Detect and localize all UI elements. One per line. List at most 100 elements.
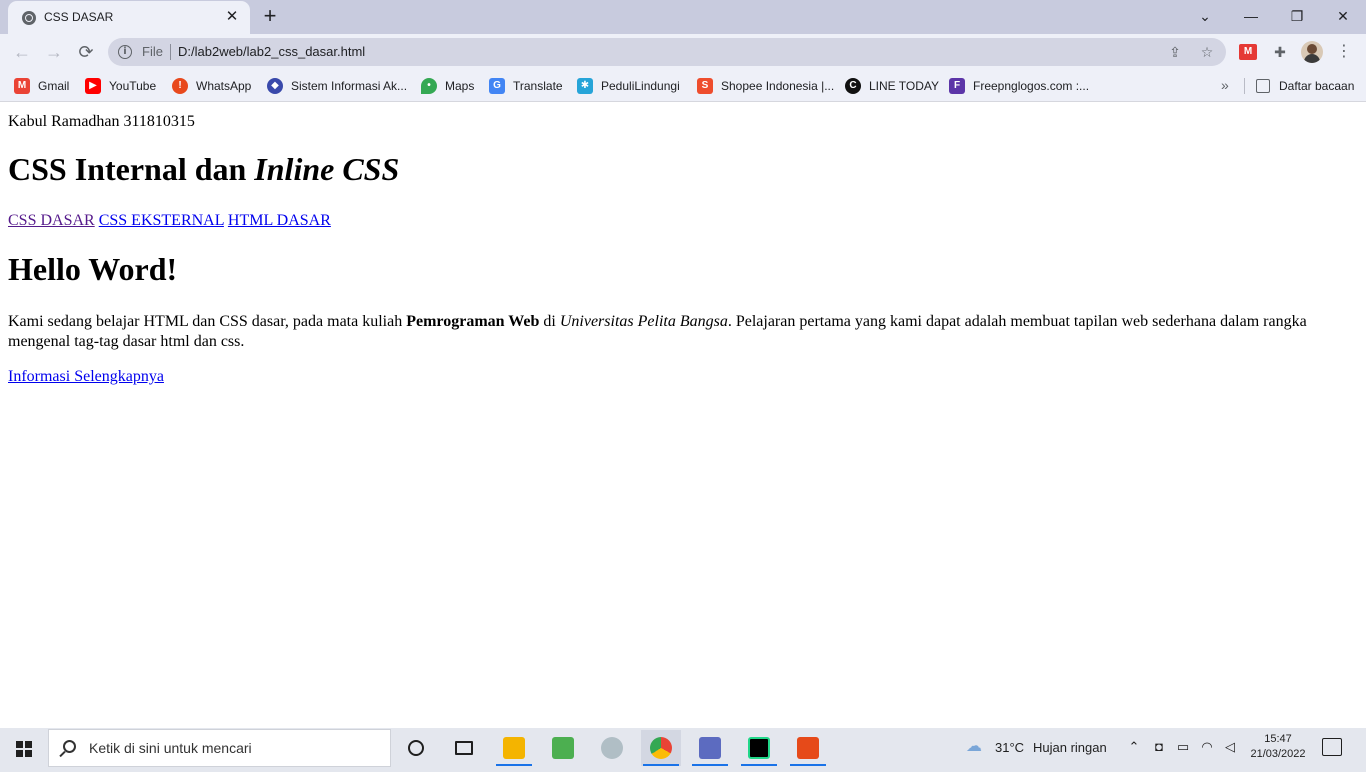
minimize-button[interactable]: — <box>1231 4 1271 28</box>
sublime-text-icon <box>552 737 574 759</box>
wifi-icon[interactable]: ◠ <box>1199 739 1215 755</box>
more-info-link[interactable]: Informasi Selengkapnya <box>8 368 164 386</box>
cortana-button[interactable] <box>396 730 436 766</box>
taskbar-clock[interactable]: 15:47 21/03/2022 <box>1248 732 1308 762</box>
back-button[interactable]: ← <box>9 39 35 65</box>
running-indicator <box>790 764 826 766</box>
bookmark-label: YouTube <box>109 79 157 93</box>
taskbar-search-box[interactable]: Ketik di sini untuk mencari <box>48 729 391 767</box>
new-tab-button[interactable]: + <box>258 4 282 28</box>
bookmark-label: Freepnglogos.com :... <box>973 79 1090 93</box>
taskbar-paint[interactable] <box>592 730 632 766</box>
forward-button[interactable]: → <box>41 39 67 65</box>
notification-icon[interactable] <box>1322 738 1342 756</box>
bookmark-label: Maps <box>445 79 475 93</box>
taskbar-sublime[interactable] <box>543 730 583 766</box>
freepnglogos-icon: F <box>949 78 965 94</box>
windows-logo-icon <box>16 741 32 757</box>
pycharm-icon <box>748 737 770 759</box>
start-button[interactable] <box>0 728 48 768</box>
url-text[interactable]: D:/lab2web/lab2_css_dasar.html <box>178 44 365 59</box>
tab-search-button[interactable]: ⌄ <box>1185 4 1225 28</box>
bookmark-gmail[interactable]: M Gmail <box>14 76 69 96</box>
page-viewport: Kabul Ramadhan 311810315 CSS Internal da… <box>0 103 1366 728</box>
bookmark-star-icon[interactable]: ☆ <box>1198 43 1216 61</box>
taskbar-pdf-reader[interactable] <box>788 730 828 766</box>
youtube-icon: ▶ <box>85 78 101 94</box>
reading-list-icon <box>1256 79 1270 93</box>
profile-avatar[interactable] <box>1301 41 1323 63</box>
bookmark-shopee[interactable]: S Shopee Indonesia |... <box>697 76 834 96</box>
paragraph-text-2: di <box>539 313 560 330</box>
close-window-button[interactable]: ✕ <box>1323 4 1363 28</box>
author-text: Kabul Ramadhan 311810315 <box>8 113 195 130</box>
volume-icon[interactable]: ◁ <box>1222 739 1238 755</box>
windows-taskbar: Ketik di sini untuk mencari ☁ 31°C Hujan… <box>0 728 1366 772</box>
omnibox-divider <box>170 44 171 60</box>
paragraph-bold-course: Pemrograman Web <box>406 313 540 330</box>
translate-icon: G <box>489 78 505 94</box>
weather-cloud-icon[interactable]: ☁ <box>966 739 982 755</box>
paragraph-italic-university: Universitas Pelita Bangsa <box>559 313 728 330</box>
bookmark-sistem-informasi[interactable]: ◆ Sistem Informasi Ak... <box>267 76 407 96</box>
nav-link-css-eksternal[interactable]: CSS EKSTERNAL <box>99 212 224 229</box>
weather-desc[interactable]: Hujan ringan <box>1033 740 1107 755</box>
address-bar[interactable]: i File D:/lab2web/lab2_css_dasar.html ⇪ … <box>108 38 1226 66</box>
restore-button[interactable]: ❐ <box>1277 4 1317 28</box>
paint-icon <box>601 737 623 759</box>
bookmark-label: Gmail <box>38 79 70 93</box>
tab-title: CSS DASAR <box>44 10 114 24</box>
paragraph-text-1: Kami sedang belajar HTML dan CSS dasar, … <box>8 313 407 330</box>
taskbar-chrome[interactable] <box>641 730 681 766</box>
running-indicator <box>643 764 679 766</box>
extension-red-icon[interactable]: M <box>1239 44 1257 60</box>
shopee-icon: S <box>697 78 713 94</box>
file-explorer-icon <box>503 737 525 759</box>
pedulilindungi-icon: ✱ <box>577 78 593 94</box>
globe-icon <box>22 11 36 25</box>
battery-icon[interactable]: ▭ <box>1175 739 1191 755</box>
bookmark-translate[interactable]: G Translate <box>489 76 563 96</box>
more-bookmarks-chevron-icon[interactable]: » <box>1221 77 1229 93</box>
taskbar-file-explorer[interactable] <box>494 730 534 766</box>
heading-normal-text: CSS Internal dan <box>8 151 255 187</box>
reload-button[interactable]: ⟳ <box>73 39 99 65</box>
bookmark-label: Translate <box>513 79 563 93</box>
nav-link-css-dasar[interactable]: CSS DASAR <box>8 212 95 229</box>
reading-list-button[interactable]: Daftar bacaan <box>1256 76 1354 96</box>
search-icon <box>63 740 76 753</box>
menu-kebab-icon[interactable]: ⋮ <box>1334 42 1354 62</box>
extensions-puzzle-icon[interactable]: ✚ <box>1270 42 1290 62</box>
tab-close-button[interactable]: ✕ <box>222 7 242 27</box>
search-placeholder: Ketik di sini untuk mencari <box>89 740 252 756</box>
taskbar-app-window[interactable] <box>690 730 730 766</box>
bookmark-maps[interactable]: • Maps <box>421 76 474 96</box>
task-view-icon <box>455 741 473 755</box>
tab-css-dasar[interactable]: CSS DASAR ✕ <box>8 1 250 34</box>
campus-icon: ◆ <box>267 78 283 94</box>
chevron-up-icon[interactable]: ⌃ <box>1126 739 1142 755</box>
nav-link-html-dasar[interactable]: HTML DASAR <box>228 212 331 229</box>
whatsapp-icon: ! <box>172 78 188 94</box>
bookmark-line-today[interactable]: C LINE TODAY <box>845 76 939 96</box>
clock-time: 15:47 <box>1264 733 1292 745</box>
meet-now-icon[interactable]: ◘ <box>1151 739 1167 755</box>
bookmark-label: Sistem Informasi Ak... <box>291 79 408 93</box>
bookmark-whatsapp[interactable]: ! WhatsApp <box>172 76 251 96</box>
weather-temp[interactable]: 31°C <box>995 740 1024 755</box>
bookmark-label: LINE TODAY <box>869 79 940 93</box>
bookmark-pedulilindungi[interactable]: ✱ PeduliLindungi <box>577 76 680 96</box>
bookmark-freepnglogos[interactable]: F Freepnglogos.com :... <box>949 76 1089 96</box>
bookmark-youtube[interactable]: ▶ YouTube <box>85 76 156 96</box>
task-view-button[interactable] <box>444 730 484 766</box>
share-icon[interactable]: ⇪ <box>1166 43 1184 61</box>
taskbar-pycharm[interactable] <box>739 730 779 766</box>
running-indicator <box>692 764 728 766</box>
intro-paragraph: Kami sedang belajar HTML dan CSS dasar, … <box>8 312 1358 352</box>
clock-date: 21/03/2022 <box>1250 748 1306 760</box>
bookmarks-bar: M Gmail ▶ YouTube ! WhatsApp ◆ Sistem In… <box>0 70 1366 102</box>
page-nav: CSS DASAR CSS EKSTERNAL HTML DASAR <box>8 212 331 230</box>
site-info-icon[interactable]: i <box>118 45 132 59</box>
bookmark-label: WhatsApp <box>196 79 252 93</box>
page-heading: CSS Internal dan Inline CSS <box>8 151 399 188</box>
